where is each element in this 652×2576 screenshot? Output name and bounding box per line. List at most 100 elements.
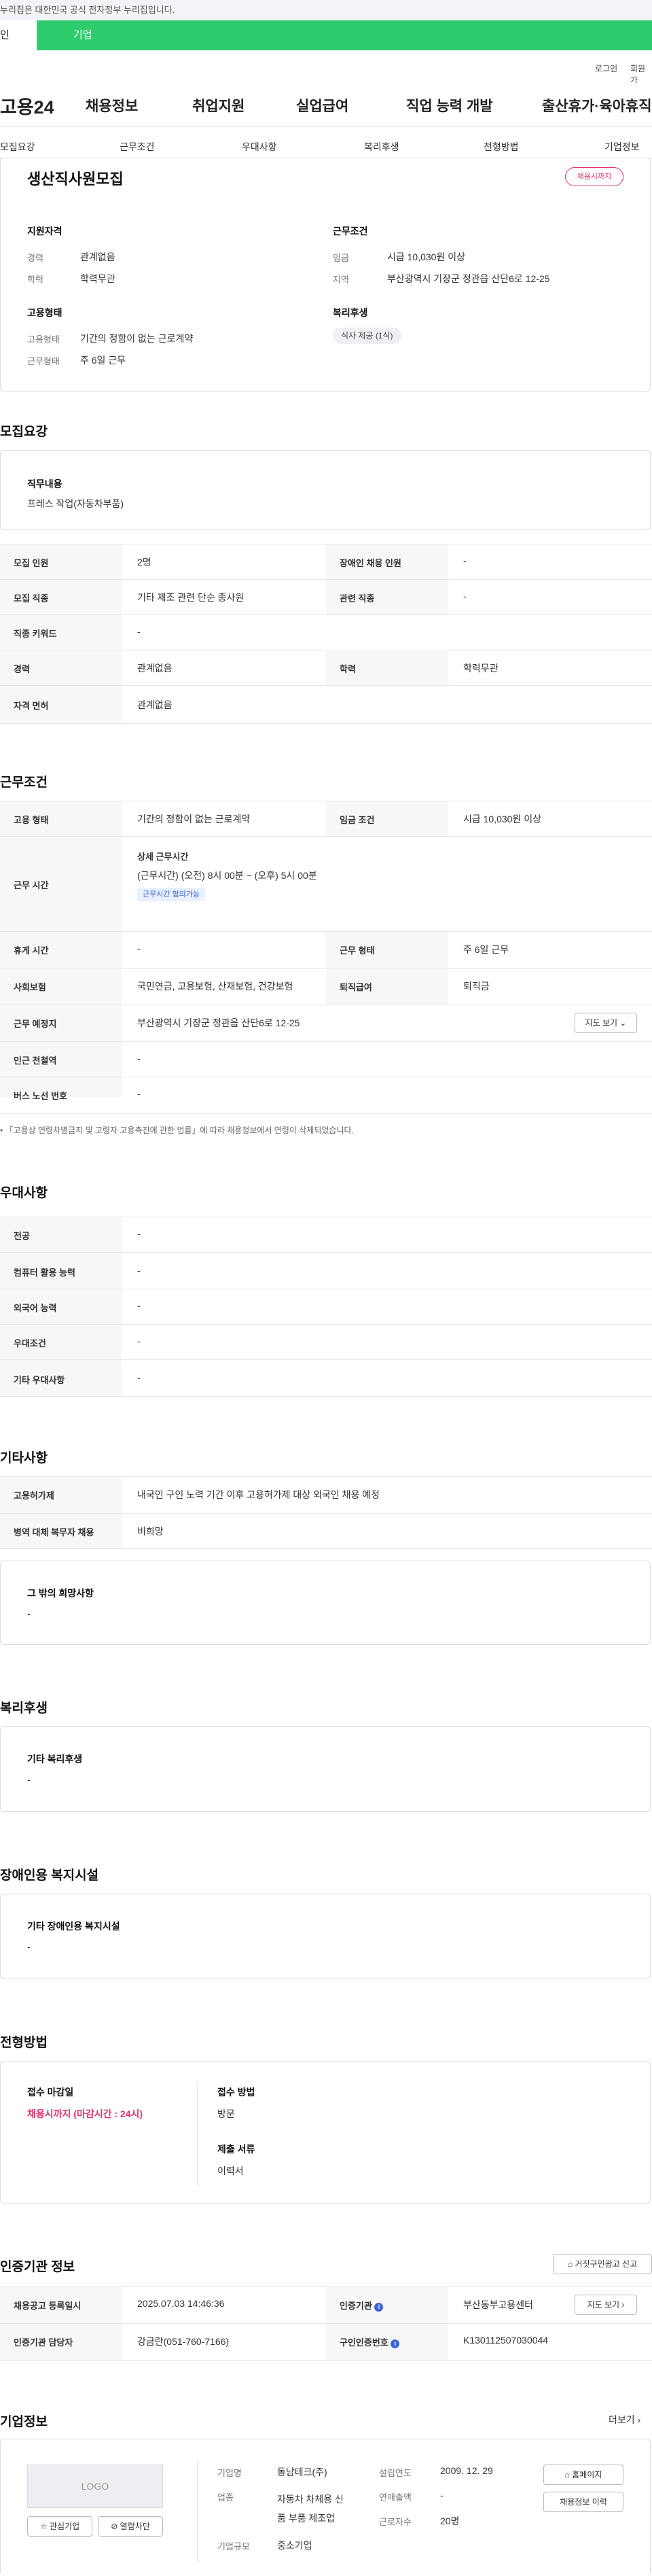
disabled-card [0, 1894, 651, 1979]
company-founded-value: 2009. 12. 29 [440, 2465, 493, 2476]
a-org-label: 인증기관 i [340, 2299, 384, 2312]
section-preference-title: 우대사항 [0, 1186, 48, 1200]
favorite-button[interactable]: ☆ 관심기업 [27, 2516, 92, 2537]
chevron-right-icon: › [621, 2300, 625, 2310]
deadline-badge: 채용시까지 [565, 167, 623, 186]
company-name-label: 기업명 [217, 2468, 242, 2478]
homepage-button[interactable]: ⌂ 홈페이지 [543, 2465, 623, 2485]
edu-row-value: 학력무관 [463, 663, 499, 674]
lnb-recruit[interactable]: 모집요강 [0, 140, 35, 154]
house-icon: ⌂ [567, 2259, 573, 2269]
favorite-button-label: 관심기업 [49, 2522, 80, 2531]
area-value: 부산광역시 기장군 정관읍 산단6로 12-25 [387, 273, 550, 284]
c-severance-label: 퇴직급여 [340, 982, 372, 992]
login-link[interactable]: 로그인 [595, 63, 617, 74]
company-logo: LOGO [27, 2465, 163, 2508]
c-hours-label: 근무 시간 [14, 880, 49, 890]
audience-tabs: 인 기업 [0, 20, 652, 50]
c-place-value: 부산광역시 기장군 정관읍 산단6로 12-25 [137, 1017, 300, 1028]
lnb-preference[interactable]: 우대사항 [242, 140, 277, 154]
qual-title: 지원자격 [27, 226, 62, 237]
a-reqno-label-text: 구인인증번호 [340, 2337, 388, 2348]
homepage-button-label: 홈페이지 [572, 2470, 602, 2479]
count-value: 2명 [137, 557, 151, 568]
report-button[interactable]: ⌂ 거짓구인광고 신고 [553, 2254, 652, 2274]
c-hours-title: 상세 근무시간 [137, 852, 189, 862]
gnb-item-unemployment-benefit[interactable]: 실업급여 [296, 95, 348, 116]
deadline-title: 접수 마감일 [27, 2087, 74, 2098]
age-notice: • 「고용상 연령차별금지 및 고령자 고용촉진에 관한 법률」에 따라 채용정… [0, 1126, 354, 1135]
wish-title: 그 밖의 희망사항 [27, 1588, 94, 1599]
related-value: - [463, 591, 467, 602]
a-reg-label: 채용공고 등록일시 [14, 2301, 82, 2311]
star-icon: ☆ [39, 2522, 48, 2531]
info-icon[interactable]: i [391, 2339, 400, 2348]
keyword-label: 직종 키워드 [14, 629, 57, 639]
company-employees-label: 근로자수 [379, 2517, 412, 2527]
c-hours-value: (근무시간) (오전) 8시 00분 ~ (오후) 5시 00분 [137, 870, 317, 881]
tab-company[interactable]: 기업 [73, 20, 92, 50]
p-etc-value: - [137, 1372, 141, 1383]
company-size-value: 중소기업 [277, 2540, 312, 2551]
lnb-selection[interactable]: 전형방법 [484, 140, 519, 154]
lnb-conditions[interactable]: 근무조건 [120, 140, 155, 154]
gnb-item-employment-support[interactable]: 취업지원 [192, 95, 244, 116]
p-etc-label: 기타 우대사항 [14, 1375, 65, 1385]
site-logo[interactable]: 고용24 [0, 92, 54, 119]
duty-card [0, 450, 651, 530]
emptype-value: 기간의 정함이 없는 근로계약 [80, 333, 194, 344]
wish-card [0, 1561, 651, 1645]
section-selection-title: 전형방법 [0, 2036, 48, 2050]
gnb-item-training[interactable]: 직업 능력 개발 [406, 95, 493, 116]
section-disabled-title: 장애인용 복지시설 [0, 1868, 99, 1883]
c-severance-value: 퇴직금 [463, 981, 490, 992]
company-sales-value: - [440, 2490, 443, 2501]
license-value: 관계없음 [137, 699, 173, 710]
signup-link[interactable]: 회원가 [630, 63, 652, 86]
lnb-welfare[interactable]: 복리후생 [364, 140, 399, 154]
p-computer-label: 컴퓨터 활용 능력 [14, 1268, 75, 1278]
section-conditions-title: 근무조건 [0, 776, 48, 790]
tab-personal[interactable]: 인 [0, 20, 37, 50]
a-reqno-label: 구인인증번호 i [340, 2335, 400, 2348]
p-computer-value: - [137, 1265, 141, 1276]
report-button-label: 거짓구인광고 신고 [575, 2259, 638, 2269]
job-label: 모집 직종 [14, 593, 49, 604]
gnb-item-parental-leave[interactable]: 출산휴가·육아휴직 [542, 95, 652, 116]
more-link[interactable]: 더보기 › [609, 2413, 640, 2426]
history-button[interactable]: 채용정보 이력 [543, 2492, 623, 2512]
block-icon: ⊘ [111, 2522, 118, 2531]
job-title: 생산직사원모집 [27, 171, 124, 188]
agency-map-button[interactable]: 지도 보기 › [575, 2295, 637, 2315]
c-emptype-value: 기간의 정함이 없는 근로계약 [137, 814, 251, 824]
gnb-item-jobs[interactable]: 채용정보 [86, 95, 138, 116]
lnb-company[interactable]: 기업정보 [604, 140, 640, 154]
company-employees-value: 20명 [440, 2516, 460, 2526]
welfare-etc-title: 기타 복리후생 [27, 1754, 83, 1764]
emp-title: 고용형태 [27, 307, 62, 318]
info-icon[interactable]: i [374, 2303, 384, 2312]
company-name-value: 동남테크(주) [277, 2467, 327, 2477]
welfare-chip: 식사 제공 (1식) [333, 328, 401, 344]
p-major-value: - [137, 1228, 141, 1239]
block-button-label: 열람차단 [120, 2522, 150, 2531]
emptype-label: 고용형태 [27, 334, 60, 345]
duty-title: 직무내용 [27, 478, 62, 489]
welfare-title: 복리후생 [333, 307, 368, 318]
company-industry-label: 업종 [217, 2492, 234, 2503]
map-button[interactable]: 지도 보기 ⌄ [575, 1013, 637, 1033]
career-value: 관계없음 [80, 251, 115, 262]
license-label: 자격 면허 [14, 701, 49, 711]
disabled-label: 장애인 채용 인원 [340, 558, 401, 568]
a-reqno-value: K130112507030044 [463, 2335, 549, 2346]
c-break-value: - [137, 943, 141, 954]
job-value: 기타 제조 관련 단순 종사원 [137, 592, 244, 603]
method-title: 접수 방법 [217, 2087, 255, 2098]
block-button[interactable]: ⊘ 열람차단 [98, 2516, 163, 2537]
section-recruit-title: 모집요강 [0, 425, 48, 439]
c-break-label: 휴게 시간 [14, 945, 49, 956]
c-bus-value: - [137, 1088, 141, 1099]
count-label: 모집 인원 [14, 558, 49, 568]
edu-row-label: 학력 [340, 664, 356, 674]
docs-title: 제출 서류 [217, 2144, 255, 2155]
